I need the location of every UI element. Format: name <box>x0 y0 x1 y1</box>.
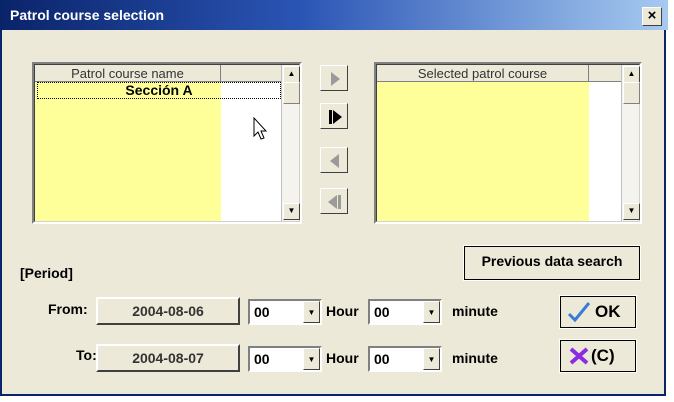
list-empty-column <box>589 65 623 221</box>
scroll-thumb[interactable] <box>623 82 640 104</box>
to-label: To: <box>76 347 97 363</box>
to-date-button[interactable]: 2004-08-07 <box>96 344 240 372</box>
from-hour-select[interactable]: 00 ▼ <box>248 299 322 325</box>
title-bar[interactable]: Patrol course selection × <box>2 0 668 30</box>
checkmark-icon <box>567 302 591 323</box>
from-label: From: <box>48 301 88 317</box>
selected-course-list[interactable]: Selected patrol course ▲ ▼ <box>374 62 642 224</box>
add-selected-button[interactable] <box>320 65 348 91</box>
chevron-down-icon[interactable]: ▼ <box>303 348 320 370</box>
dialog-window: Patrol course selection × Patrol course … <box>0 0 668 396</box>
close-button[interactable]: × <box>642 7 662 26</box>
previous-data-search-button[interactable]: Previous data search <box>463 245 641 281</box>
arrow-right-icon <box>331 72 340 86</box>
arrow-left-all-icon <box>328 195 341 209</box>
from-minute-value: 00 <box>374 304 390 320</box>
scroll-thumb[interactable] <box>283 82 300 104</box>
chevron-down-icon[interactable]: ▼ <box>423 301 440 323</box>
from-hour-value: 00 <box>254 304 270 320</box>
arrow-right-all-icon <box>329 110 342 124</box>
list-header-course-name[interactable]: Patrol course name <box>35 65 221 82</box>
window-title: Patrol course selection <box>10 7 165 23</box>
remove-all-button[interactable] <box>320 188 348 214</box>
remove-selected-button[interactable] <box>320 147 348 173</box>
from-date-button[interactable]: 2004-08-06 <box>96 297 240 325</box>
period-label: [Period] <box>20 265 73 281</box>
ok-label: OK <box>595 302 621 321</box>
to-minute-select[interactable]: 00 ▼ <box>368 346 442 372</box>
from-hour-label: Hour <box>326 303 359 319</box>
patrol-course-list[interactable]: Patrol course name Sección A ▲ ▼ <box>32 62 302 224</box>
ok-button[interactable]: OK <box>559 295 637 329</box>
add-all-button[interactable] <box>320 103 348 129</box>
list-header-selected-course[interactable]: Selected patrol course <box>377 65 589 82</box>
chevron-down-icon[interactable]: ▼ <box>303 301 320 323</box>
cancel-x-icon <box>569 347 589 365</box>
to-hour-select[interactable]: 00 ▼ <box>248 346 322 372</box>
to-minute-value: 00 <box>374 351 390 367</box>
list-header-spacer <box>589 65 623 82</box>
cancel-label: (C) <box>591 346 615 365</box>
arrow-left-icon <box>330 154 339 168</box>
scroll-down-icon[interactable]: ▼ <box>283 203 300 220</box>
left-list-scrollbar[interactable]: ▲ ▼ <box>281 65 300 221</box>
list-header-spacer <box>221 65 283 82</box>
to-hour-value: 00 <box>254 351 270 367</box>
from-minute-select[interactable]: 00 ▼ <box>368 299 442 325</box>
scroll-down-icon[interactable]: ▼ <box>623 203 640 220</box>
to-hour-label: Hour <box>326 350 359 366</box>
from-minute-label: minute <box>452 303 498 319</box>
cancel-button[interactable]: (C) <box>559 339 637 373</box>
right-list-scrollbar[interactable]: ▲ ▼ <box>621 65 640 221</box>
mouse-cursor-icon <box>253 117 268 140</box>
to-minute-label: minute <box>452 350 498 366</box>
scroll-up-icon[interactable]: ▲ <box>623 66 640 83</box>
chevron-down-icon[interactable]: ▼ <box>423 348 440 370</box>
scroll-up-icon[interactable]: ▲ <box>283 66 300 83</box>
list-item[interactable]: Sección A <box>37 82 281 99</box>
